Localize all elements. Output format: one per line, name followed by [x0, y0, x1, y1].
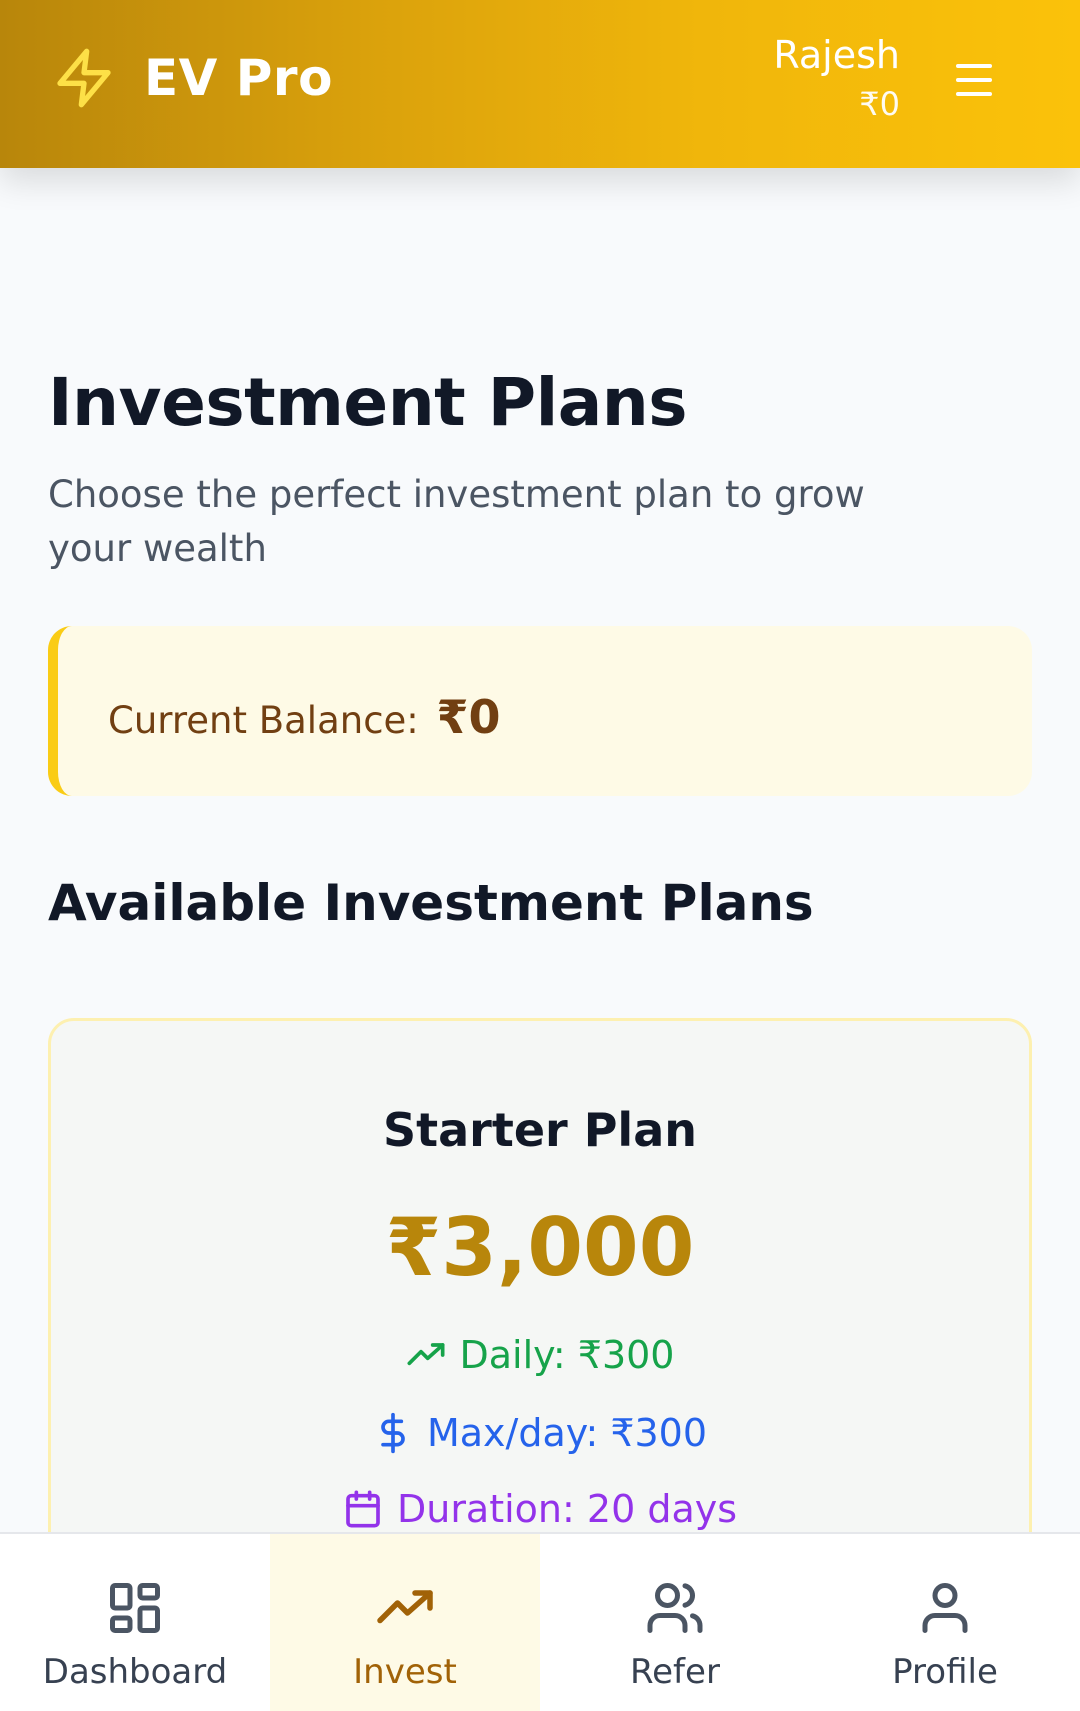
brand-name: EV Pro [144, 49, 333, 107]
page-title: Investment Plans [48, 364, 688, 441]
nav-label-invest: Invest [353, 1652, 457, 1692]
balance-label: Current Balance: [108, 699, 419, 742]
nav-item-invest[interactable]: Invest [270, 1534, 540, 1711]
plan-max-text: Max/day: ₹300 [426, 1411, 708, 1455]
user-name: Rajesh [773, 33, 900, 77]
nav-item-refer[interactable]: Refer [540, 1534, 810, 1711]
bottom-navigation: Dashboard Invest Refer Profile [0, 1532, 1080, 1711]
nav-item-dashboard[interactable]: Dashboard [0, 1534, 270, 1711]
user-icon [922, 1583, 968, 1633]
nav-label-refer: Refer [630, 1652, 720, 1692]
plan-max-per-day: Max/day: ₹300 [51, 1411, 1029, 1455]
lightning-bolt-icon [57, 48, 111, 108]
header-balance: ₹0 [859, 85, 900, 123]
plan-name: Starter Plan [382, 1103, 697, 1157]
plan-duration: Duration: 20 days [51, 1487, 1029, 1531]
users-icon [647, 1583, 703, 1633]
page: EV Pro Rajesh ₹0 Investment Plans Choose… [0, 0, 1080, 1711]
plan-price: ₹3,000 [385, 1201, 695, 1294]
plan-duration-text: Duration: 20 days [396, 1487, 738, 1531]
dashboard-grid-icon [110, 1583, 160, 1633]
balance-text: Current Balance: ₹0 [108, 690, 501, 744]
hamburger-menu-icon[interactable] [952, 58, 1000, 102]
trending-up-icon [377, 1590, 433, 1624]
plan-daily-return: Daily: ₹300 [51, 1333, 1029, 1377]
dollar-icon [381, 1412, 405, 1454]
calendar-icon [346, 1490, 380, 1528]
nav-label-dashboard: Dashboard [42, 1652, 228, 1692]
brand[interactable]: EV Pro [52, 42, 333, 114]
user-summary[interactable]: Rajesh ₹0 [773, 30, 900, 128]
app-header: EV Pro Rajesh ₹0 [0, 0, 1080, 168]
trending-up-icon [407, 1343, 444, 1366]
balance-card: Current Balance: ₹0 [48, 626, 1032, 796]
nav-label-profile: Profile [892, 1652, 998, 1692]
section-title: Available Investment Plans [48, 874, 814, 932]
nav-item-profile[interactable]: Profile [810, 1534, 1080, 1711]
balance-value: ₹0 [436, 690, 501, 744]
page-subtitle: Choose the perfect investment plan to gr… [48, 473, 865, 570]
plan-daily-text: Daily: ₹300 [459, 1333, 675, 1377]
